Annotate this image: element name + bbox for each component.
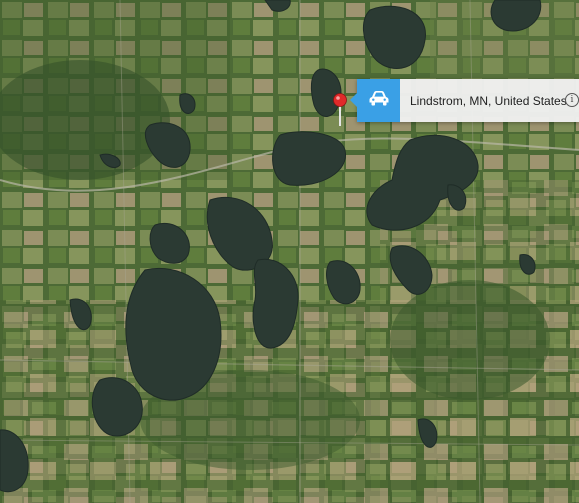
- callout-pointer: [350, 93, 357, 107]
- satellite-map[interactable]: Lindstrom, MN, United States i: [0, 0, 579, 503]
- location-callout: Lindstrom, MN, United States i: [350, 79, 579, 122]
- map-pin-icon[interactable]: [332, 92, 348, 128]
- place-label: Lindstrom, MN, United States: [410, 93, 567, 108]
- car-icon: [368, 90, 390, 111]
- callout-label-area[interactable]: Lindstrom, MN, United States i: [400, 79, 579, 122]
- info-icon[interactable]: i: [565, 93, 579, 107]
- satellite-imagery: [0, 0, 579, 503]
- directions-button[interactable]: [357, 79, 400, 122]
